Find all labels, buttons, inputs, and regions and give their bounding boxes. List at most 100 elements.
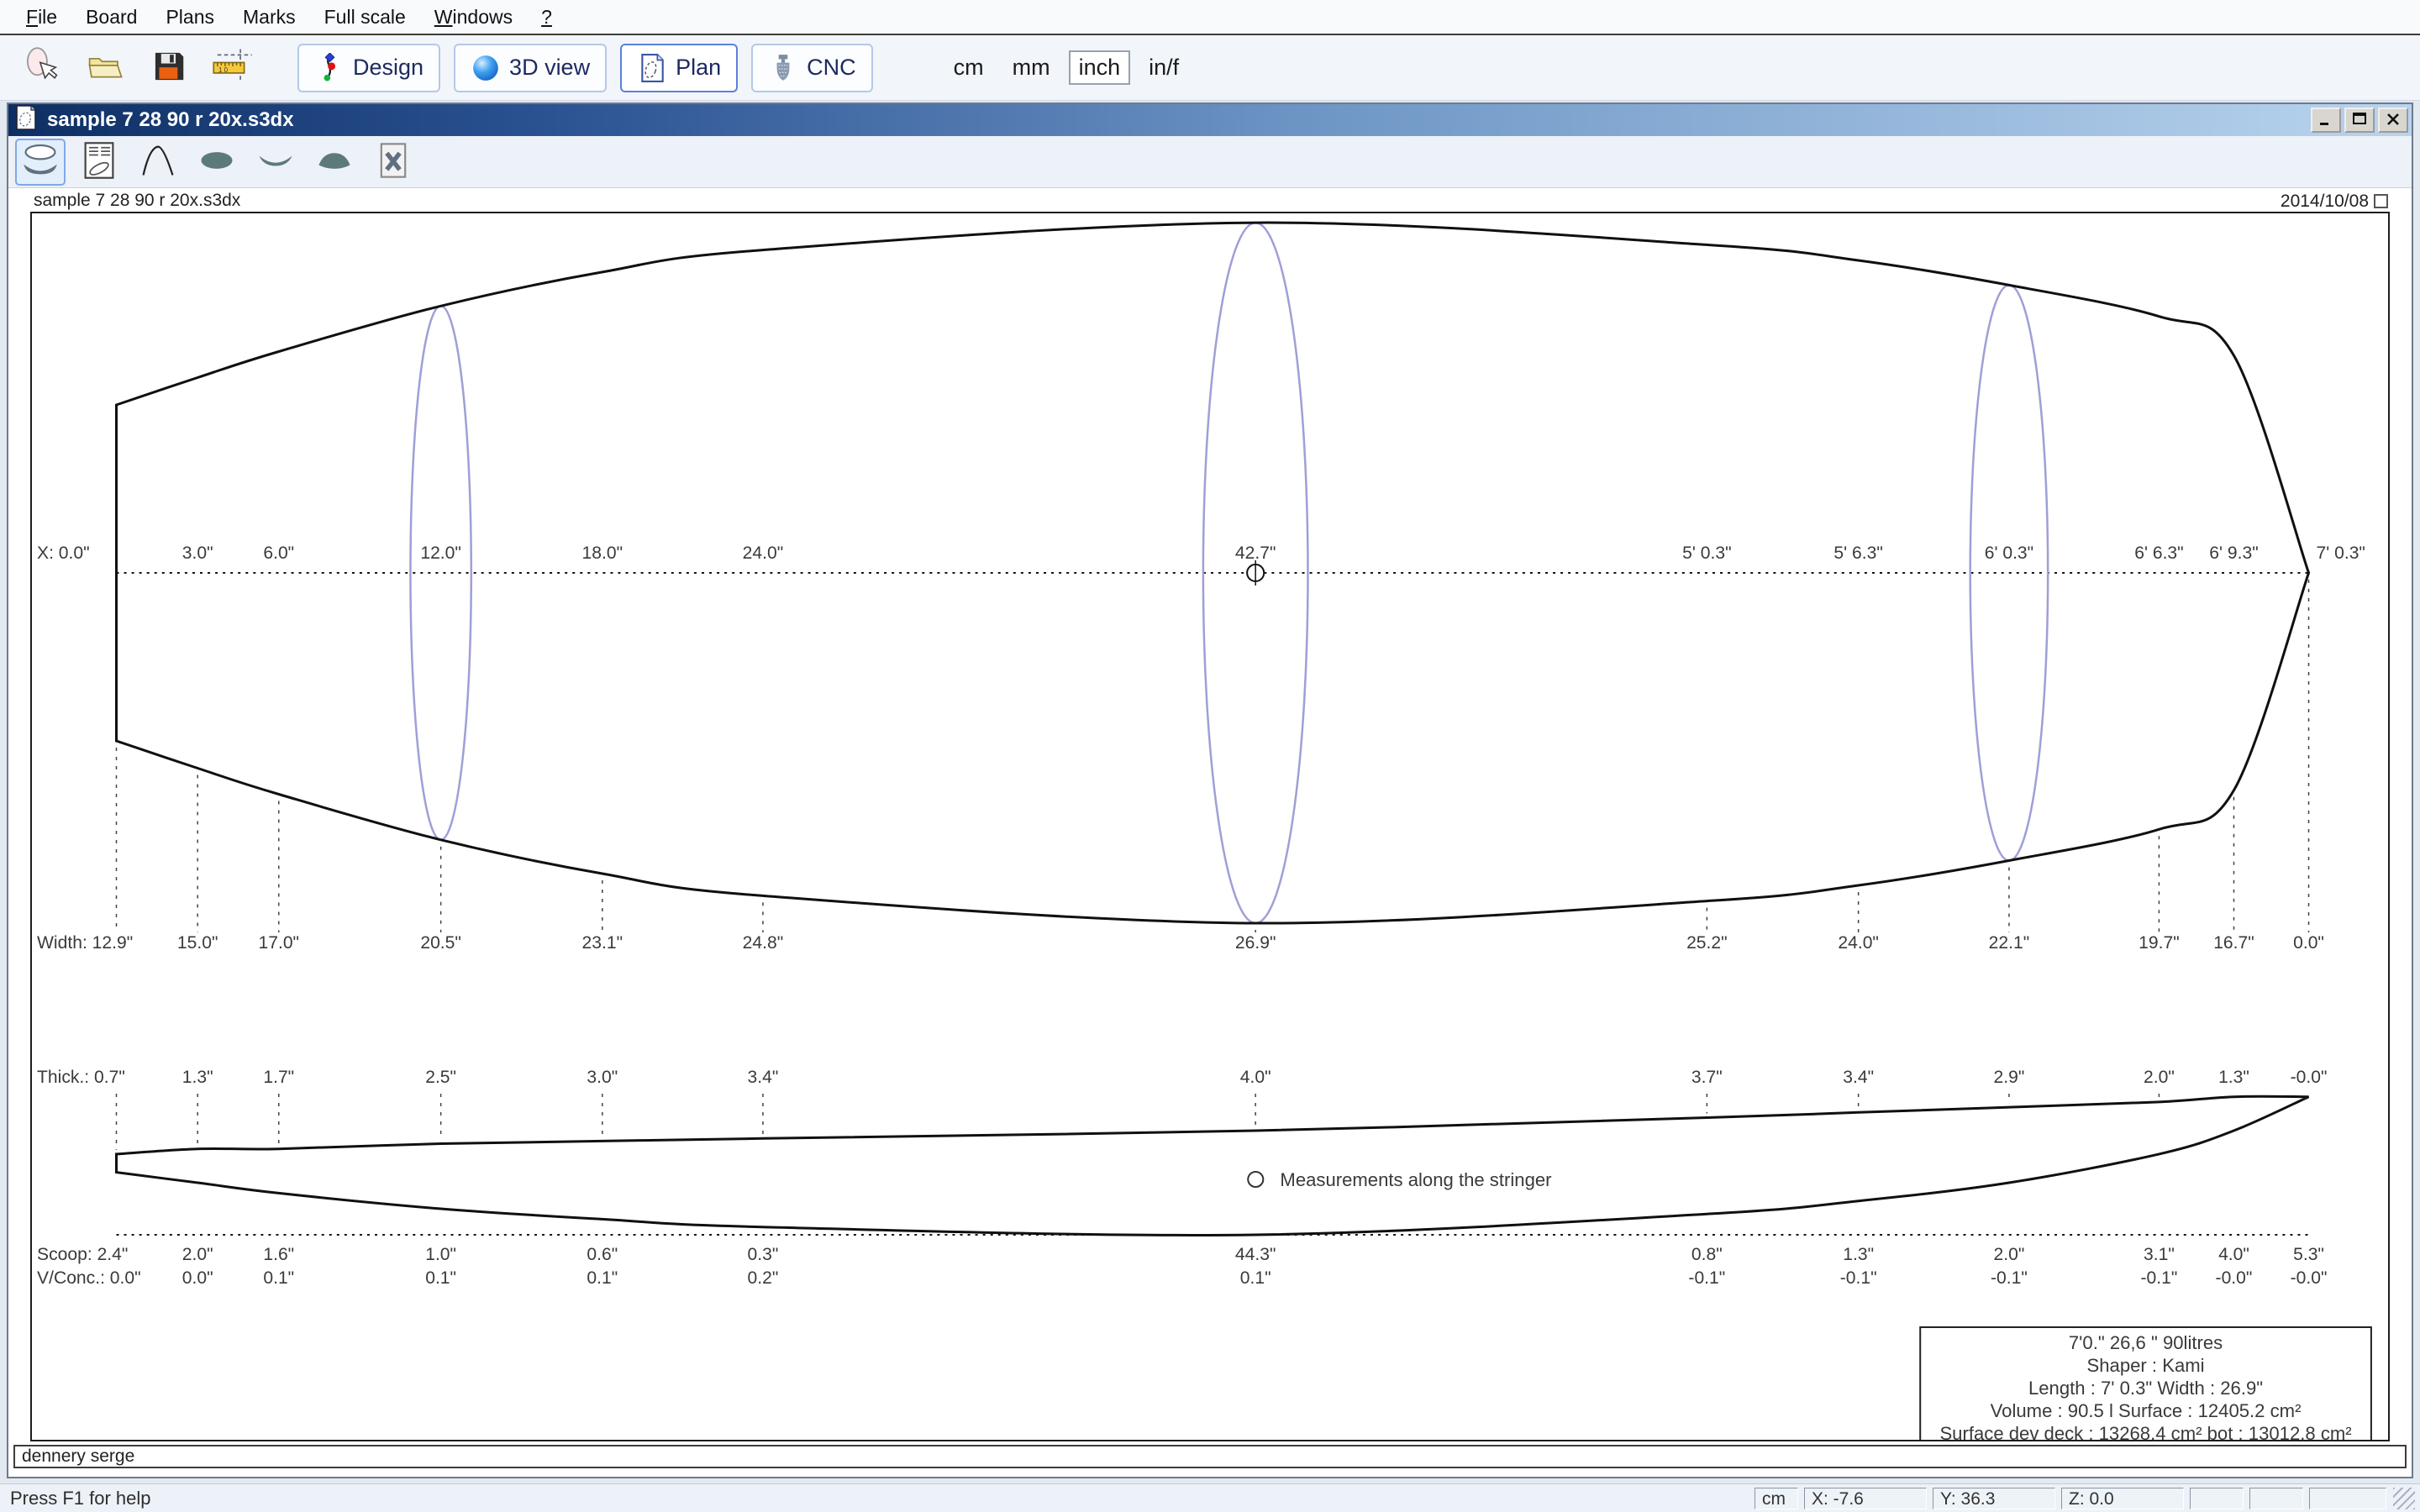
svg-text:1 0: 1 0: [218, 66, 229, 74]
svg-text:1.3": 1.3": [1843, 1245, 1874, 1264]
new-board-button[interactable]: [15, 42, 67, 94]
unit-mm[interactable]: mm: [1002, 50, 1060, 85]
drawing-canvas[interactable]: sample 7 28 90 r 20x.s3dx 2014/10/08 X: …: [8, 188, 2412, 1477]
slice-full-icon: [197, 140, 237, 183]
excel-export-button[interactable]: [368, 139, 418, 186]
status-bar: Press F1 for help cm X: -7.6 Y: 36.3 Z: 0.0: [0, 1483, 2420, 1512]
cnc-label: CNC: [807, 55, 856, 80]
svg-text:18.0": 18.0": [582, 543, 623, 563]
slice-bottom-icon: [255, 140, 296, 183]
unit-inch[interactable]: inch: [1068, 50, 1131, 85]
svg-text:Surface dev deck : 13268.4 cm²: Surface dev deck : 13268.4 cm² bot : 130…: [1939, 1423, 2351, 1440]
svg-text:0.0": 0.0": [2293, 933, 2324, 953]
title-bar[interactable]: sample 7 28 90 r 20x.s3dx: [8, 104, 2412, 136]
minimize-button[interactable]: [2311, 108, 2341, 133]
svg-text:3.4": 3.4": [748, 1068, 779, 1087]
cnc-button[interactable]: CNC: [751, 43, 873, 92]
shape3d-app: File Board Plans Marks Full scale Windows? 1 …: [0, 0, 2420, 1512]
svg-text:2.9": 2.9": [1994, 1068, 2025, 1087]
svg-text:-0.1": -0.1": [2141, 1268, 2178, 1288]
svg-text:-0.0": -0.0": [2216, 1268, 2253, 1288]
foil-view-button[interactable]: [133, 139, 183, 186]
slice-deck-button[interactable]: [309, 139, 360, 186]
open-folder-icon: [86, 47, 124, 88]
close-button[interactable]: [2378, 108, 2408, 133]
date-checkbox[interactable]: [2374, 194, 2388, 208]
mode-buttons: Design 3D view Plan CNC: [297, 43, 873, 92]
unit-in-f[interactable]: in/f: [1139, 50, 1189, 85]
menu-board[interactable]: Board: [71, 6, 151, 29]
measure-icon: 1 0: [212, 47, 254, 88]
menu-bar: File Board Plans Marks Full scale Windows?: [0, 0, 2420, 35]
svg-text:12.0": 12.0": [420, 543, 461, 563]
svg-text:1.0": 1.0": [425, 1245, 456, 1264]
svg-text:16.7": 16.7": [2213, 933, 2254, 953]
menu-windows[interactable]: Windows: [420, 6, 527, 29]
svg-text:0.0": 0.0": [182, 1268, 213, 1288]
svg-text:0.1": 0.1": [1240, 1268, 1271, 1288]
document-icon: [13, 104, 39, 136]
measure-button[interactable]: 1 0: [207, 42, 259, 94]
spec-sheet-icon: [79, 140, 119, 183]
document-window: sample 7 28 90 r 20x.s3dx sample 7 28 90…: [7, 102, 2413, 1478]
svg-text:2.0": 2.0": [182, 1245, 213, 1264]
svg-text:3.7": 3.7": [1691, 1068, 1723, 1087]
menu-plans[interactable]: Plans: [151, 6, 229, 29]
3d-view-label: 3D view: [509, 55, 591, 80]
svg-text:24.0": 24.0": [1838, 933, 1879, 953]
slice-bottom-button[interactable]: [250, 139, 301, 186]
unit-selector: cm mm inch in/f: [944, 50, 1190, 85]
author-box: dennery serge: [13, 1445, 2407, 1468]
svg-text:Scoop: 2.4": Scoop: 2.4": [37, 1245, 128, 1264]
svg-text:6' 9.3": 6' 9.3": [2209, 543, 2258, 563]
menu-full-scale[interactable]: Full scale: [310, 6, 420, 29]
svg-text:24.8": 24.8": [743, 933, 784, 953]
status-help: Press F1 for help: [10, 1487, 151, 1509]
maximize-button[interactable]: [2344, 108, 2375, 133]
plan-icon: [637, 53, 667, 83]
design-button[interactable]: Design: [297, 43, 441, 92]
svg-text:V/Conc.: 0.0": V/Conc.: 0.0": [37, 1268, 141, 1288]
svg-text:-0.1": -0.1": [1688, 1268, 1725, 1288]
resize-grip[interactable]: [2393, 1487, 2415, 1509]
save-icon: [150, 47, 188, 88]
svg-text:6' 6.3": 6' 6.3": [2134, 543, 2183, 563]
svg-text:0.8": 0.8": [1691, 1245, 1723, 1264]
svg-text:7'0." 26,6 " 90litres: 7'0." 26,6 " 90litres: [2069, 1332, 2223, 1353]
slice-deck-icon: [314, 140, 355, 183]
foil-curve-icon: [138, 140, 178, 183]
outline-view-icon: [20, 140, 60, 183]
menu-help[interactable]: ?: [527, 6, 566, 29]
board-drawing: X: 0.0" Width: 12.9" Thick.: 0.7" Scoop: 2.…: [37, 221, 2372, 1440]
status-empty-pane-2: [2249, 1487, 2303, 1509]
save-button[interactable]: [143, 42, 195, 94]
svg-text:3.0": 3.0": [587, 1068, 618, 1087]
spec-sheet-button[interactable]: [74, 139, 124, 186]
plan-button[interactable]: Plan: [620, 43, 739, 92]
3d-view-button[interactable]: 3D view: [454, 43, 608, 92]
view-toolbar: [8, 136, 2412, 188]
svg-text:-0.1": -0.1": [1991, 1268, 2028, 1288]
status-x-pane: X: -7.6: [1804, 1487, 1927, 1509]
svg-text:4.0": 4.0": [2218, 1245, 2249, 1264]
design-label: Design: [353, 55, 424, 80]
svg-text:42.7": 42.7": [1235, 543, 1276, 563]
open-button[interactable]: [79, 42, 131, 94]
svg-text:-0.1": -0.1": [1840, 1268, 1877, 1288]
info-box: 7'0." 26,6 " 90litresShaper : KamiLength…: [1919, 1326, 2372, 1440]
status-z-pane: Z: 0.0: [2061, 1487, 2184, 1509]
unit-cm[interactable]: cm: [944, 50, 994, 85]
svg-text:17.0": 17.0": [258, 933, 299, 953]
excel-icon: [373, 140, 413, 183]
svg-text:2.0": 2.0": [2144, 1068, 2175, 1087]
menu-file[interactable]: File: [12, 6, 71, 29]
plan-label: Plan: [676, 55, 722, 80]
status-empty-pane-1: [2190, 1487, 2244, 1509]
board-plot[interactable]: X: 0.0" Width: 12.9" Thick.: 0.7" Scoop: 2.…: [30, 212, 2390, 1441]
slice-full-button[interactable]: [192, 139, 242, 186]
outline-view-button[interactable]: [15, 138, 66, 186]
window-title: sample 7 28 90 r 20x.s3dx: [47, 108, 294, 131]
svg-text:1.3": 1.3": [2218, 1068, 2249, 1087]
design-icon: [314, 52, 345, 83]
menu-marks[interactable]: Marks: [229, 6, 310, 29]
